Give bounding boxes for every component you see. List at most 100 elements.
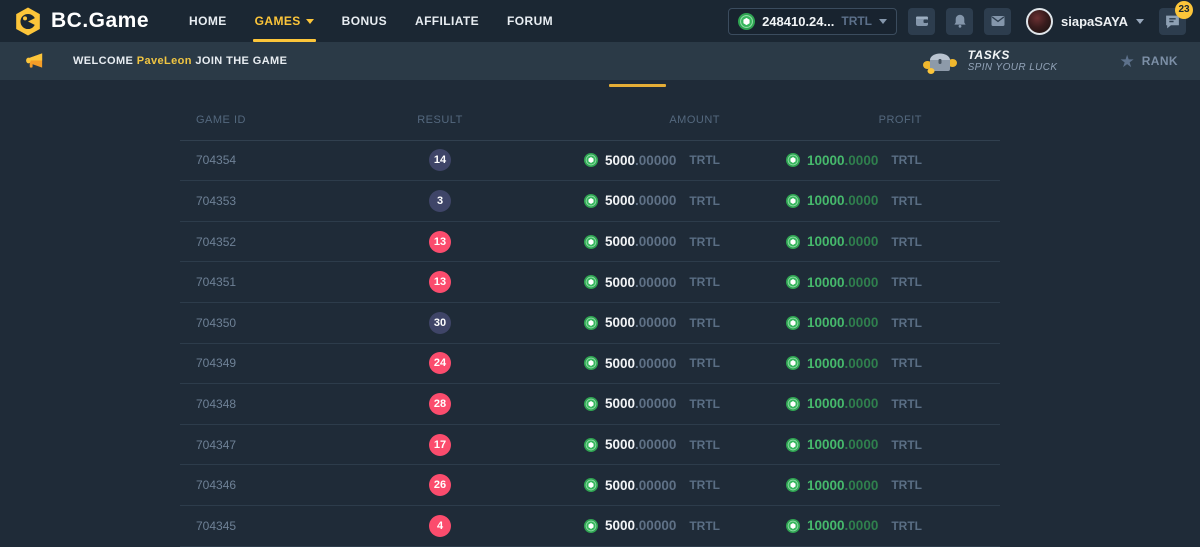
- trtl-coin-icon: [584, 194, 598, 208]
- wallet-button[interactable]: [908, 8, 935, 35]
- profit-int: 10000: [807, 396, 845, 411]
- nav-item-home[interactable]: HOME: [175, 0, 241, 42]
- trtl-coin-icon: [786, 397, 800, 411]
- col-header-amount: AMOUNT: [505, 114, 720, 126]
- profit-value: 10000.0000 TRTL: [786, 153, 922, 168]
- user-menu[interactable]: siapaSAYA: [1026, 8, 1144, 35]
- profit-int: 10000: [807, 193, 845, 208]
- welcome-text: WELCOME PaveLeon JOIN THE GAME: [73, 55, 287, 67]
- table-header: GAME ID RESULT AMOUNT PROFIT: [180, 100, 1000, 141]
- amount-value: 5000.00000 TRTL: [584, 315, 720, 330]
- trtl-coin-icon: [584, 397, 598, 411]
- amount-value: 5000.00000 TRTL: [584, 437, 720, 452]
- chat-unread-badge: 23: [1175, 1, 1193, 19]
- profit-value: 10000.0000 TRTL: [786, 518, 922, 533]
- trtl-coin-icon: [584, 356, 598, 370]
- brand-logo[interactable]: BC.Game: [14, 6, 149, 37]
- treasure-chest-icon: [922, 48, 958, 75]
- amount-currency: TRTL: [689, 397, 720, 411]
- profit-currency: TRTL: [891, 478, 922, 492]
- nav-item-label: HOME: [189, 14, 227, 28]
- nav-right-cluster: 248410.24... TRTL: [728, 8, 1186, 35]
- nav-item-label: AFFILIATE: [415, 14, 479, 28]
- amount-dec: .00000: [635, 315, 676, 330]
- table-row[interactable]: 704349 24 5000.00000 TRTL: [180, 344, 1000, 385]
- profit-dec: .0000: [845, 356, 879, 371]
- messages-button[interactable]: [984, 8, 1011, 35]
- amount-value: 5000.00000 TRTL: [584, 478, 720, 493]
- table-body: 704354 14 5000.00000 TRTL: [180, 141, 1000, 547]
- rank-label: RANK: [1142, 54, 1178, 68]
- nav-item-label: BONUS: [342, 14, 387, 28]
- game-id: 704354: [180, 153, 375, 167]
- welcome-message: WELCOME PaveLeon JOIN THE GAME: [24, 51, 287, 71]
- wallet-icon: [914, 13, 930, 29]
- result-badge: 26: [429, 474, 451, 496]
- table-row[interactable]: 704347 17 5000.00000 TRTL: [180, 425, 1000, 466]
- amount-currency: TRTL: [689, 235, 720, 249]
- trtl-coin-icon: [786, 153, 800, 167]
- profit-dec: .0000: [845, 478, 879, 493]
- chat-button[interactable]: 23: [1159, 8, 1186, 35]
- amount-currency: TRTL: [689, 519, 720, 533]
- trtl-coin-icon: [584, 438, 598, 452]
- result-badge: 4: [429, 515, 451, 537]
- balance-value: 248410.24...: [762, 14, 834, 29]
- result-badge: 17: [429, 434, 451, 456]
- trtl-coin-icon: [584, 235, 598, 249]
- bcgame-logo-icon: [14, 6, 42, 37]
- table-row[interactable]: 704353 3 5000.00000 TRTL: [180, 181, 1000, 222]
- welcome-banner: WELCOME PaveLeon JOIN THE GAME TASKS SPI…: [0, 42, 1200, 80]
- balance-selector[interactable]: 248410.24... TRTL: [728, 8, 897, 35]
- trtl-coin-icon: [786, 438, 800, 452]
- profit-value: 10000.0000 TRTL: [786, 193, 922, 208]
- table-row[interactable]: 704352 13 5000.00000 TRTL: [180, 222, 1000, 263]
- rank-shortcut[interactable]: ★ RANK: [1119, 53, 1178, 70]
- amount-value: 5000.00000 TRTL: [584, 193, 720, 208]
- profit-dec: .0000: [845, 193, 879, 208]
- amount-value: 5000.00000 TRTL: [584, 234, 720, 249]
- game-id: 704349: [180, 356, 375, 370]
- profit-value: 10000.0000 TRTL: [786, 234, 922, 249]
- amount-currency: TRTL: [689, 275, 720, 289]
- nav-item-bonus[interactable]: BONUS: [328, 0, 401, 42]
- table-row[interactable]: 704351 13 5000.00000 TRTL: [180, 262, 1000, 303]
- nav-item-forum[interactable]: FORUM: [493, 0, 567, 42]
- tasks-shortcut[interactable]: TASKS SPIN YOUR LUCK: [922, 48, 1058, 75]
- profit-dec: .0000: [845, 275, 879, 290]
- bell-icon: [952, 13, 968, 29]
- game-id: 704347: [180, 438, 375, 452]
- main-nav: HOME GAMES BONUS AFFILIATE FORUM: [175, 0, 567, 42]
- profit-currency: TRTL: [891, 275, 922, 289]
- nav-item-affiliate[interactable]: AFFILIATE: [401, 0, 493, 42]
- profit-int: 10000: [807, 153, 845, 168]
- profit-value: 10000.0000 TRTL: [786, 275, 922, 290]
- result-badge: 13: [429, 231, 451, 253]
- amount-int: 5000: [605, 478, 635, 493]
- top-nav: BC.Game HOME GAMES BONUS AFFILIATE FORUM: [0, 0, 1200, 42]
- brand-name: BC.Game: [51, 9, 149, 33]
- amount-currency: TRTL: [689, 316, 720, 330]
- profit-dec: .0000: [845, 234, 879, 249]
- table-row[interactable]: 704350 30 5000.00000 TRTL: [180, 303, 1000, 344]
- amount-dec: .00000: [635, 518, 676, 533]
- amount-dec: .00000: [635, 193, 676, 208]
- nav-item-games[interactable]: GAMES: [241, 0, 328, 42]
- amount-value: 5000.00000 TRTL: [584, 275, 720, 290]
- nav-item-label: GAMES: [255, 14, 301, 28]
- result-badge: 30: [429, 312, 451, 334]
- table-row[interactable]: 704345 4 5000.00000 TRTL: [180, 506, 1000, 547]
- result-badge: 28: [429, 393, 451, 415]
- table-row[interactable]: 704348 28 5000.00000 TRTL: [180, 384, 1000, 425]
- trtl-coin-icon: [786, 235, 800, 249]
- table-row[interactable]: 704354 14 5000.00000 TRTL: [180, 141, 1000, 182]
- profit-int: 10000: [807, 275, 845, 290]
- notifications-button[interactable]: [946, 8, 973, 35]
- mail-icon: [990, 13, 1006, 29]
- table-row[interactable]: 704346 26 5000.00000 TRTL: [180, 465, 1000, 506]
- star-icon: ★: [1119, 53, 1134, 70]
- profit-currency: TRTL: [891, 235, 922, 249]
- tasks-title: TASKS: [968, 49, 1058, 62]
- amount-int: 5000: [605, 437, 635, 452]
- game-id: 704352: [180, 235, 375, 249]
